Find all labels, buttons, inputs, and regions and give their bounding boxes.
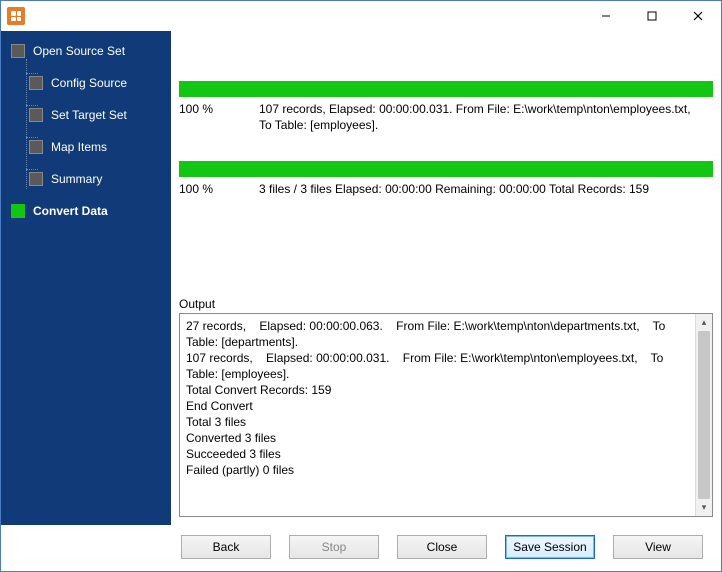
sidebar: Open Source Set Config Source Set Target… (1, 31, 171, 525)
nav-label: Summary (51, 172, 102, 186)
nav-map-items[interactable]: Map Items (29, 137, 165, 157)
app-window: Open Source Set Config Source Set Target… (0, 0, 722, 572)
step-box-icon (29, 76, 43, 90)
scroll-down-icon[interactable]: ▾ (696, 499, 712, 516)
save-session-button[interactable]: Save Session (505, 535, 595, 559)
step-box-icon (29, 172, 43, 186)
step-box-icon (29, 140, 43, 154)
output-box: 27 records, Elapsed: 00:00:00.063. From … (179, 313, 713, 517)
close-button[interactable] (675, 1, 721, 31)
output-text[interactable]: 27 records, Elapsed: 00:00:00.063. From … (180, 314, 695, 516)
nav-config-source[interactable]: Config Source (29, 73, 165, 93)
nav-label: Config Source (51, 76, 127, 90)
nav-convert-data[interactable]: Convert Data (11, 201, 165, 221)
nav-open-source-set[interactable]: Open Source Set (11, 41, 165, 61)
scroll-thumb[interactable] (698, 331, 710, 499)
minimize-button[interactable] (583, 1, 629, 31)
step-box-icon (11, 204, 25, 218)
file-progress-text: 107 records, Elapsed: 00:00:00.031. From… (259, 101, 713, 133)
maximize-button[interactable] (629, 1, 675, 31)
output-scrollbar[interactable]: ▴ ▾ (695, 314, 712, 516)
step-box-icon (11, 44, 25, 58)
nav-label: Open Source Set (33, 44, 125, 58)
total-progress-percent: 100 % (179, 181, 259, 197)
file-progress-bar (179, 81, 713, 97)
stop-button: Stop (289, 535, 379, 559)
nav-summary[interactable]: Summary (29, 169, 165, 189)
file-progress-percent: 100 % (179, 101, 259, 133)
view-button[interactable]: View (613, 535, 703, 559)
scroll-up-icon[interactable]: ▴ (696, 314, 712, 331)
close-button-footer[interactable]: Close (397, 535, 487, 559)
output-label: Output (179, 297, 713, 311)
nav-set-target-set[interactable]: Set Target Set (29, 105, 165, 125)
file-progress-section: 100 % 107 records, Elapsed: 00:00:00.031… (179, 81, 713, 133)
total-progress-text: 3 files / 3 files Elapsed: 00:00:00 Rema… (259, 181, 713, 197)
output-section: Output 27 records, Elapsed: 00:00:00.063… (179, 297, 713, 517)
nav-label: Convert Data (33, 204, 108, 218)
step-box-icon (29, 108, 43, 122)
nav-label: Set Target Set (51, 108, 127, 122)
app-icon (7, 7, 25, 25)
total-progress-bar (179, 161, 713, 177)
total-progress-section: 100 % 3 files / 3 files Elapsed: 00:00:0… (179, 161, 713, 197)
nav-label: Map Items (51, 140, 107, 154)
button-row: Back Stop Close Save Session View (171, 525, 721, 571)
titlebar (1, 1, 721, 31)
main-panel: 100 % 107 records, Elapsed: 00:00:00.031… (171, 31, 721, 525)
back-button[interactable]: Back (181, 535, 271, 559)
